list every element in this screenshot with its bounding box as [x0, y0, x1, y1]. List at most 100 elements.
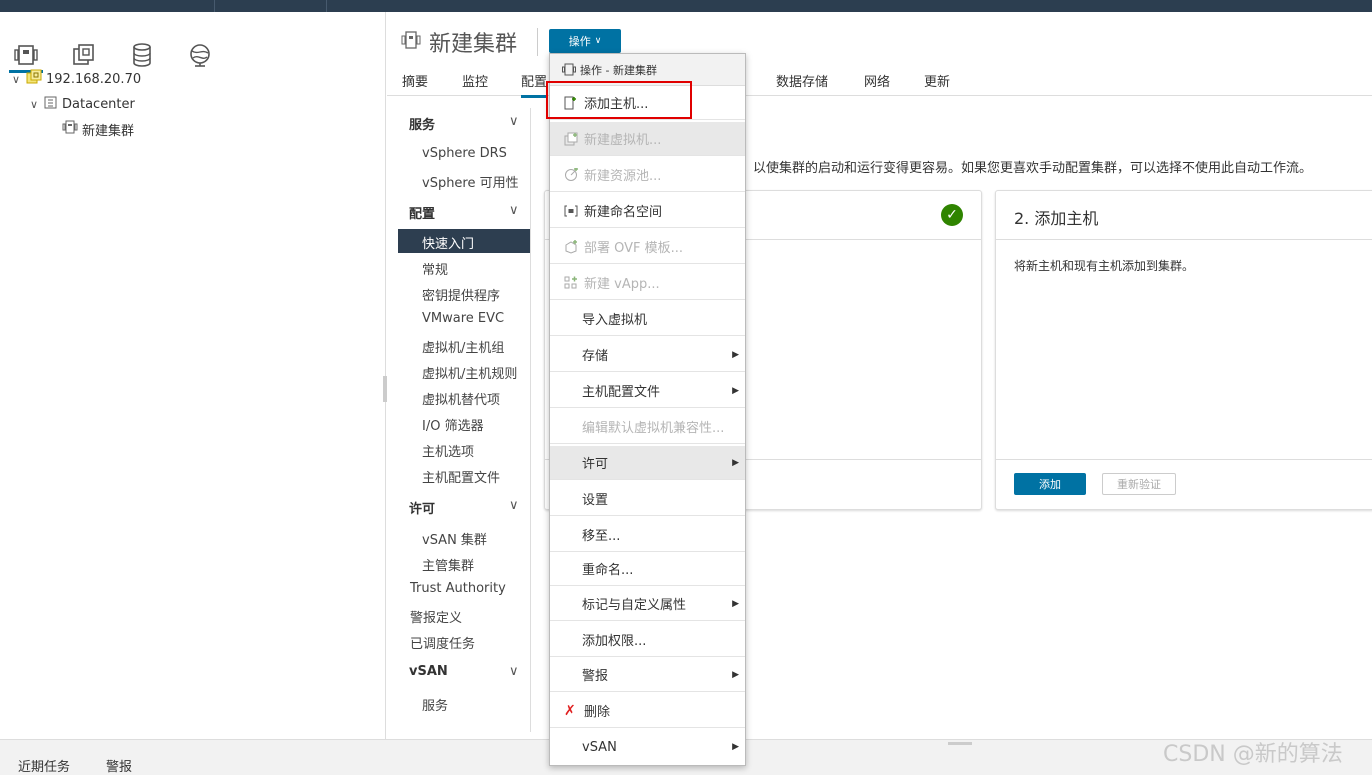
nav-item-key-provider[interactable]: 密钥提供程序 [422, 285, 500, 304]
hosts-clusters-tab-icon[interactable] [9, 40, 43, 73]
object-tabs: 摘要 监控 配置 数据存储 网络 更新 [387, 66, 1372, 98]
tab-datastores[interactable]: 数据存储 [776, 71, 828, 90]
namespace-icon [564, 205, 582, 217]
nav-item-evc[interactable]: VMware EVC [422, 311, 504, 326]
menu-item-label: 导入虚拟机 [582, 313, 648, 328]
menu-item-add-permission[interactable]: 添加权限... [550, 623, 745, 657]
menu-header-label: 操作 - 新建集群 [580, 63, 657, 77]
nav-item-host-profiles[interactable]: 主机配置文件 [422, 467, 500, 486]
menu-item-label: 主机配置文件 [582, 385, 661, 400]
submenu-arrow-icon: ▶ [732, 669, 739, 680]
tab-updates[interactable]: 更新 [924, 71, 950, 90]
menu-item-new-vapp[interactable]: 新建 vApp... [550, 266, 745, 300]
nav-item-vsphere-drs[interactable]: vSphere DRS [422, 146, 507, 161]
tab-monitor[interactable]: 监控 [462, 71, 488, 90]
tab-networks[interactable]: 网络 [864, 71, 890, 90]
nav-item-vsphere-ha[interactable]: vSphere 可用性 [422, 172, 519, 191]
nav-item-scheduled-tasks[interactable]: 已调度任务 [410, 633, 475, 652]
menu-item-settings[interactable]: 设置 [550, 482, 745, 516]
menu-item-deploy-ovf[interactable]: 部署 OVF 模板... [550, 230, 745, 264]
nav-item-vsan-cluster[interactable]: vSAN 集群 [422, 529, 487, 548]
recent-tasks-tab[interactable]: 近期任务 [18, 756, 70, 775]
tree-node-cluster[interactable]: 新建集群 [62, 118, 134, 140]
menu-item-move-to[interactable]: 移至... [550, 518, 745, 552]
menu-item-label: 添加权限... [582, 634, 647, 649]
nav-section-services[interactable]: 服务 ∨ [409, 114, 519, 133]
highlight-box [546, 81, 692, 119]
nav-item-alarm-definitions[interactable]: 警报定义 [410, 607, 462, 626]
vcenter-icon [26, 69, 42, 89]
nav-item-vm-overrides[interactable]: 虚拟机替代项 [422, 389, 500, 408]
chevron-down-icon[interactable]: ∨ [509, 114, 519, 129]
chevron-down-icon[interactable]: ∨ [509, 498, 519, 513]
cluster-icon [401, 30, 421, 55]
nav-item-general[interactable]: 常规 [422, 259, 448, 278]
nav-item-io-filters[interactable]: I/O 筛选器 [422, 415, 484, 434]
quickstart-description: 以使集群的启动和运行变得更容易。如果您更喜欢手动配置集群，可以选择不使用此自动工… [753, 161, 1313, 176]
chevron-down-icon[interactable]: ∨ [12, 73, 26, 86]
vms-templates-tab-icon[interactable] [69, 40, 99, 70]
submenu-arrow-icon: ▶ [732, 742, 739, 752]
actions-button[interactable]: 操作 ∨ [549, 29, 621, 53]
add-button[interactable]: 添加 [1014, 473, 1086, 495]
inventory-panel: ∨ 192.168.20.70 ∨ Datacenter 新建集群 [0, 12, 387, 739]
networking-tab-icon[interactable] [185, 40, 215, 70]
menu-item-vsan[interactable]: vSAN ▶ [550, 730, 745, 764]
menu-item-label: 新建虚拟机... [584, 133, 662, 148]
chevron-down-icon[interactable]: ∨ [30, 98, 44, 111]
panel-grip[interactable] [948, 742, 972, 745]
chevron-down-icon: ∨ [594, 36, 602, 46]
menu-item-import-vm[interactable]: 导入虚拟机 [550, 302, 745, 336]
menu-item-alarms[interactable]: 警报 ▶ [550, 658, 745, 692]
menu-item-rename[interactable]: 重命名... [550, 552, 745, 586]
menu-item-new-namespace[interactable]: 新建命名空间 [550, 194, 745, 228]
submenu-arrow-icon: ▶ [732, 598, 739, 609]
check-icon: ✓ [941, 204, 963, 226]
settings-nav: 服务 ∨ vSphere DRS vSphere 可用性 配置 ∨ 快速入门 常规 … [387, 108, 531, 732]
menu-item-storage[interactable]: 存储 ▶ [550, 338, 745, 372]
menu-item-label: 重命名... [582, 563, 634, 578]
chevron-down-icon[interactable]: ∨ [509, 664, 519, 679]
menu-item-edit-vm-compat[interactable]: 编辑默认虚拟机兼容性... [550, 410, 745, 444]
nav-item-vsan-services[interactable]: 服务 [422, 695, 448, 714]
card-body: 将新主机和现有主机添加到集群。 [1014, 259, 1195, 273]
card-add-hosts: 2. 添加主机 将新主机和现有主机添加到集群。 添加 重新验证 [995, 190, 1372, 510]
menu-item-delete[interactable]: ✗ 删除 [550, 694, 745, 728]
nav-item-trust-authority[interactable]: Trust Authority [410, 581, 506, 596]
top-bar [0, 0, 1372, 12]
tab-configure[interactable]: 配置 [521, 71, 548, 98]
menu-item-label: 新建资源池... [584, 169, 662, 184]
cluster-icon [62, 120, 78, 138]
nav-item-host-options[interactable]: 主机选项 [422, 441, 474, 460]
menu-item-label: 新建 vApp... [584, 277, 660, 292]
nav-section-license[interactable]: 许可 ∨ [409, 498, 519, 517]
menu-item-label: 标记与自定义属性 [582, 598, 687, 613]
menu-item-licensing[interactable]: 许可 ▶ [550, 446, 745, 480]
menu-item-new-vm[interactable]: 新建虚拟机... [550, 122, 745, 156]
nav-item-vm-host-groups[interactable]: 虚拟机/主机组 [422, 337, 504, 356]
nav-item-supervisor-cluster[interactable]: 主管集群 [422, 555, 474, 574]
chevron-down-icon[interactable]: ∨ [509, 203, 519, 218]
tree-node-datacenter[interactable]: ∨ Datacenter [30, 93, 135, 115]
menu-item-label: 移至... [582, 529, 621, 544]
storage-tab-icon[interactable] [127, 40, 157, 70]
revalidate-button[interactable]: 重新验证 [1102, 473, 1176, 495]
tab-summary[interactable]: 摘要 [402, 71, 428, 90]
nav-section-config[interactable]: 配置 ∨ [409, 203, 519, 222]
menu-item-label: 存储 [582, 349, 609, 364]
watermark: CSDN @新的算法 [1163, 742, 1343, 767]
menu-item-label: vSAN [582, 739, 617, 755]
tree-node-vcenter[interactable]: ∨ 192.168.20.70 [12, 68, 141, 90]
nav-item-vm-host-rules[interactable]: 虚拟机/主机规则 [422, 363, 517, 382]
nav-section-vsan[interactable]: vSAN ∨ [409, 664, 519, 679]
menu-item-label: 新建命名空间 [584, 205, 663, 220]
top-bar-divider [214, 0, 215, 12]
page-title: 新建集群 [401, 26, 517, 58]
inventory-tabs [0, 24, 386, 74]
menu-item-new-resource-pool[interactable]: 新建资源池... [550, 158, 745, 192]
submenu-arrow-icon: ▶ [732, 457, 739, 468]
alarms-tab[interactable]: 警报 [106, 756, 132, 775]
menu-item-tags-attributes[interactable]: 标记与自定义属性 ▶ [550, 587, 745, 621]
menu-item-host-profiles[interactable]: 主机配置文件 ▶ [550, 374, 745, 408]
nav-item-quickstart[interactable]: 快速入门 [422, 233, 474, 252]
